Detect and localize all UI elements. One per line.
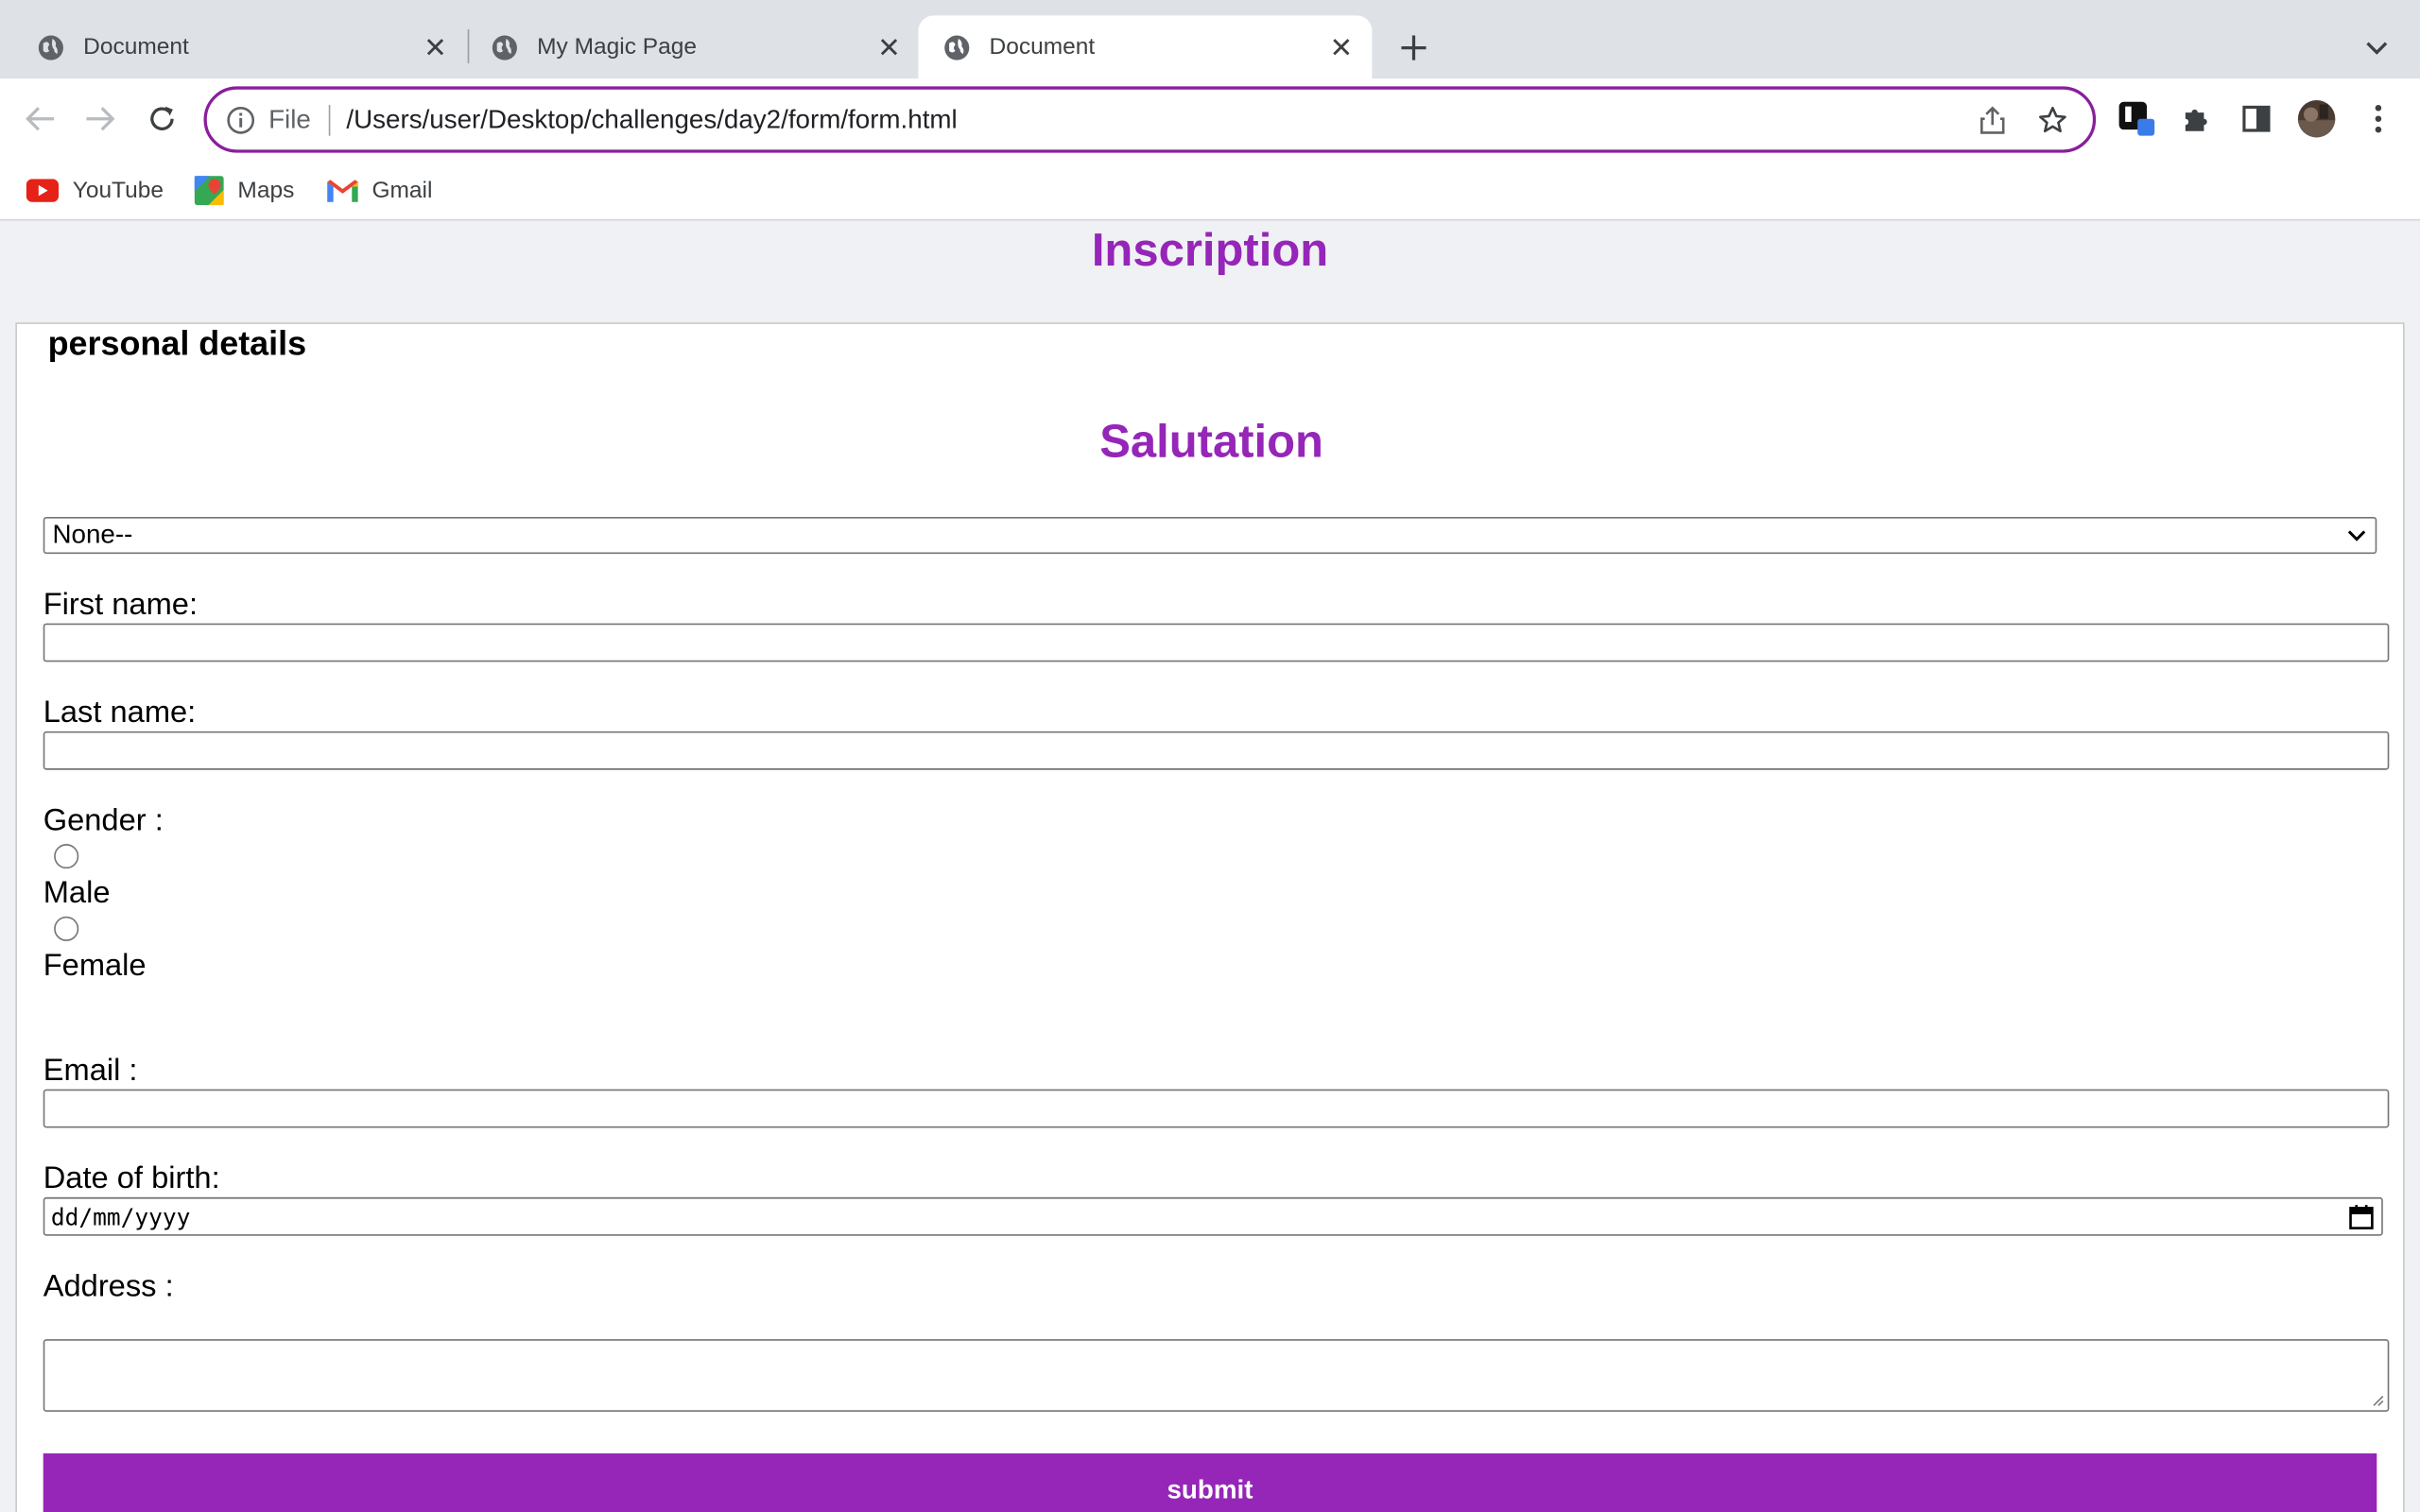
back-button[interactable] xyxy=(19,97,62,141)
browser-toolbar: File /Users/user/Desktop/challenges/day2… xyxy=(0,78,2420,160)
url-text[interactable]: /Users/user/Desktop/challenges/day2/form… xyxy=(346,104,1972,135)
chevron-down-icon xyxy=(2347,530,2366,541)
reload-icon xyxy=(150,106,174,130)
submit-button[interactable]: submit xyxy=(43,1452,2377,1512)
bookmark-youtube[interactable]: YouTube xyxy=(26,173,164,207)
tab-title: Document xyxy=(989,33,1096,60)
puzzle-icon xyxy=(2185,109,2207,131)
resize-grip-icon[interactable] xyxy=(2369,1392,2384,1407)
chevron-down-icon xyxy=(2366,41,2388,55)
salutation-heading: Salutation xyxy=(1099,416,1323,468)
tab-title: Document xyxy=(83,33,189,60)
tab-document-active[interactable]: Document ✕ xyxy=(918,15,1373,79)
globe-icon xyxy=(38,34,63,60)
url-scheme: File xyxy=(268,104,311,134)
email-label: Email : xyxy=(43,1054,138,1089)
extension-button[interactable] xyxy=(2116,98,2155,138)
tab-search-button[interactable] xyxy=(2359,31,2395,65)
new-tab-button[interactable] xyxy=(1392,26,1436,70)
close-icon[interactable]: ✕ xyxy=(420,31,451,62)
salutation-selected-value: None-- xyxy=(52,520,133,550)
close-icon[interactable]: ✕ xyxy=(1325,31,1357,62)
gender-label: Gender : xyxy=(43,803,164,838)
globe-icon xyxy=(492,34,517,60)
share-icon xyxy=(1980,105,2005,133)
side-panel-icon xyxy=(2242,105,2271,132)
omnibox-divider xyxy=(329,104,332,135)
extensions-button[interactable] xyxy=(2176,98,2216,138)
calendar-icon[interactable] xyxy=(2347,1203,2375,1230)
extension-app-icon xyxy=(2118,101,2155,136)
fieldset-legend: personal details xyxy=(47,323,307,363)
address-bar[interactable]: File /Users/user/Desktop/challenges/day2… xyxy=(203,86,2097,153)
dob-placeholder: dd/mm/yyyy xyxy=(50,1202,191,1231)
forward-button[interactable] xyxy=(78,97,122,141)
gender-female-label: Female xyxy=(43,949,147,983)
youtube-icon xyxy=(26,178,60,202)
tab-strip: Document ✕ My Magic Page ✕ Document ✕ xyxy=(0,0,2420,79)
first-name-label: First name: xyxy=(43,588,199,622)
bookmark-label: Gmail xyxy=(372,176,433,203)
page-title: Inscription xyxy=(1091,225,1329,277)
kebab-menu-icon xyxy=(2375,105,2382,133)
arrow-right-icon xyxy=(86,107,115,131)
dob-input[interactable]: dd/mm/yyyy xyxy=(43,1196,2383,1236)
address-textarea[interactable] xyxy=(43,1339,2390,1412)
bookmark-star-button[interactable] xyxy=(2032,99,2072,139)
info-icon[interactable] xyxy=(225,104,256,135)
bookmark-label: Maps xyxy=(237,176,295,203)
personal-details-fieldset: personal details Salutation None-- First… xyxy=(15,322,2405,1512)
first-name-input[interactable] xyxy=(43,623,2390,662)
tab-my-magic-page[interactable]: My Magic Page ✕ xyxy=(454,15,920,78)
star-icon xyxy=(2039,106,2066,132)
page-content: Inscription personal details Salutation … xyxy=(0,220,2420,1512)
email-input[interactable] xyxy=(43,1089,2390,1128)
globe-icon xyxy=(944,34,970,60)
bookmark-gmail[interactable]: Gmail xyxy=(327,173,432,207)
reload-button[interactable] xyxy=(141,97,184,141)
gender-male-label: Male xyxy=(43,876,111,911)
salutation-select[interactable]: None-- xyxy=(43,516,2377,555)
gender-female-radio[interactable] xyxy=(54,916,79,941)
bookmark-label: YouTube xyxy=(72,176,164,203)
close-icon[interactable]: ✕ xyxy=(873,31,905,62)
profile-avatar[interactable] xyxy=(2296,98,2336,138)
tab-title: My Magic Page xyxy=(537,33,697,60)
last-name-input[interactable] xyxy=(43,730,2390,770)
last-name-label: Last name: xyxy=(43,696,197,730)
dob-label: Date of birth: xyxy=(43,1161,220,1196)
arrow-left-icon xyxy=(26,107,55,131)
bookmark-maps[interactable]: Maps xyxy=(194,173,295,207)
tab-document-1[interactable]: Document ✕ xyxy=(0,15,466,78)
avatar-icon xyxy=(2297,100,2336,138)
browser-menu-button[interactable] xyxy=(2359,98,2398,138)
address-label: Address : xyxy=(43,1269,174,1304)
gender-male-radio[interactable] xyxy=(54,844,79,869)
gmail-icon xyxy=(327,179,358,202)
plus-icon xyxy=(1401,35,1426,60)
maps-icon xyxy=(194,175,224,205)
bookmarks-bar: YouTube Maps Gmail xyxy=(0,159,2420,221)
share-button[interactable] xyxy=(1973,99,2013,139)
side-panel-button[interactable] xyxy=(2237,98,2276,138)
